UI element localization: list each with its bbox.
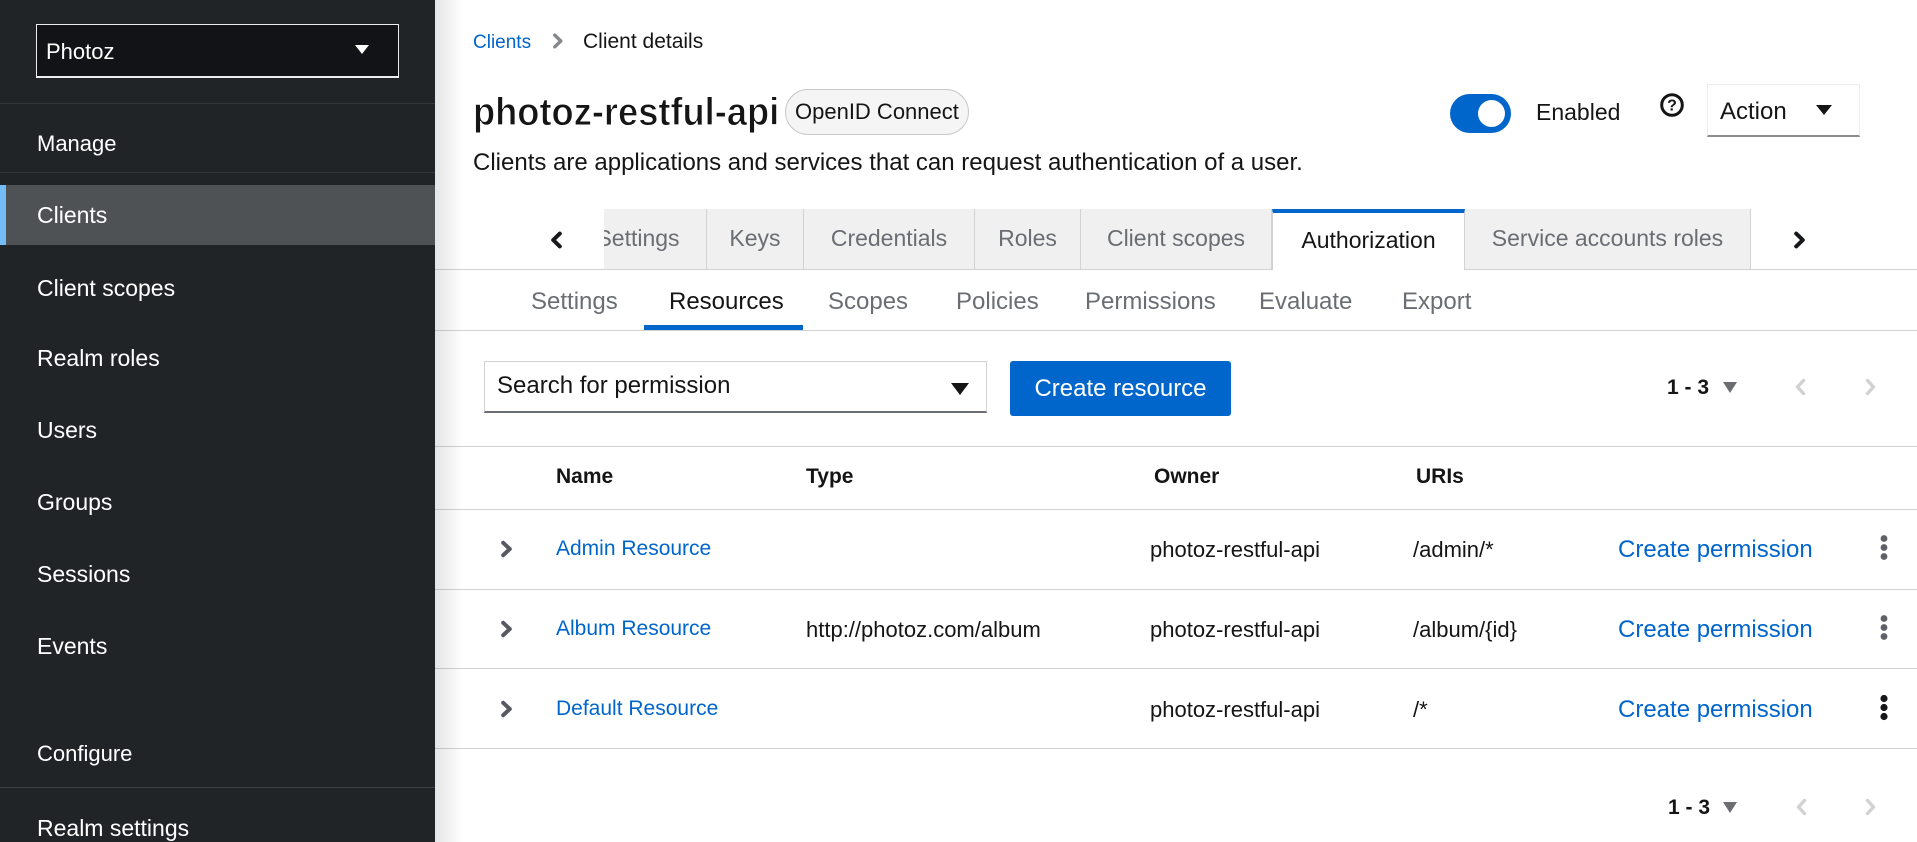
svg-text:?: ?	[1667, 98, 1677, 115]
